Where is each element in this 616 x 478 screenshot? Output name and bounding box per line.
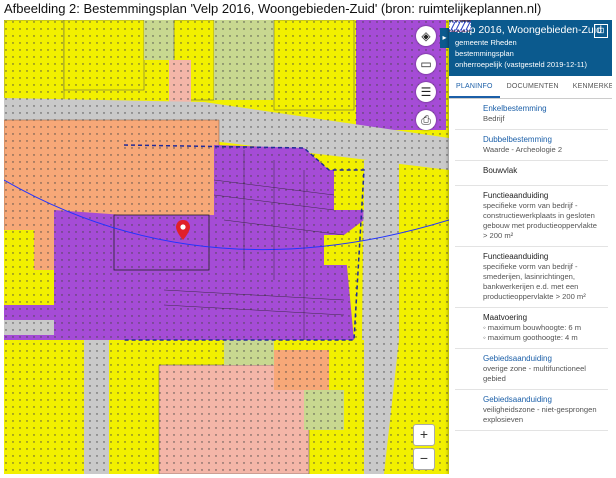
bouwvlak-icon — [449, 20, 477, 180]
measure-button[interactable]: ▭ — [416, 54, 436, 74]
list-icon: ☰ — [420, 85, 432, 99]
print-icon: ⎙ — [421, 112, 431, 127]
zoning-map[interactable]: ◈ ▭ ☰ ⎙ + − ▸ Velp 2016, Woongebieden-Zu… — [4, 20, 612, 474]
legend-text: Enkelbestemming Bedrijf — [483, 104, 547, 124]
expand-icon: ⊡ — [597, 26, 605, 35]
plan-info-panel: Velp 2016, Woongebieden-Zuid gemeente Rh… — [449, 20, 612, 474]
panel-tabs: PLANINFO DOCUMENTEN KENMERKEN — [449, 76, 612, 99]
legend-line: explosieven — [483, 415, 524, 424]
legend-text: Gebiedsaanduiding overige zone - multifun… — [483, 354, 586, 384]
ruler-icon: ▭ — [420, 57, 432, 71]
legend-title: Functieaanduiding — [483, 252, 549, 261]
print-button[interactable]: ⎙ — [416, 110, 436, 130]
legend-title[interactable]: Enkelbestemming — [483, 104, 547, 114]
legend-title: Maatvoering — [483, 313, 528, 322]
legend-item[interactable]: Enkelbestemming Bedrijf — [449, 20, 608, 130]
zoom-out-button[interactable]: − — [413, 448, 435, 470]
legend-line: overige zone - multifunctioneel — [483, 364, 586, 373]
archeologie-swatch-icon — [449, 20, 477, 149]
legend-line: > 200 m² — [483, 231, 514, 240]
legend-line: specifieke vorm van bedrijf - — [483, 201, 578, 210]
explosieven-swatch-icon — [449, 21, 477, 409]
legend-item[interactable]: Dubbelbestemming Waarde - Archeologie 2 — [449, 20, 608, 161]
legend-item[interactable]: Gebiedsaanduiding overige zone - multifun… — [449, 21, 608, 390]
panel-header: Velp 2016, Woongebieden-Zuid gemeente Rh… — [449, 20, 612, 76]
expand-panel-button[interactable]: ⊡ — [594, 24, 608, 38]
map-canvas — [4, 20, 449, 474]
legend-text: Gebiedsaanduiding veiligheidszone - niet-… — [483, 395, 597, 425]
legend-item: Functieaanduiding specifieke vorm van bed… — [449, 20, 608, 247]
tab-kenmerken[interactable]: KENMERKEN — [566, 76, 612, 98]
tab-planinfo[interactable]: PLANINFO — [449, 76, 500, 98]
legend-line: Waarde - Archeologie 2 — [483, 145, 563, 154]
legend-line: specifieke vorm van bedrijf - — [483, 262, 578, 271]
legend-item: Bouwvlak — [449, 20, 608, 186]
map-toolbar: ◈ ▭ ☰ ⎙ — [416, 26, 436, 138]
aanduiding-swatch-icon — [449, 20, 477, 205]
zoom-in-button[interactable]: + — [413, 424, 435, 446]
layers-icon: ◈ — [421, 29, 431, 43]
legend-text: Functieaanduiding specifieke vorm van bed… — [483, 252, 586, 302]
tab-documenten[interactable]: DOCUMENTEN — [500, 76, 566, 98]
legend-title[interactable]: Gebiedsaanduiding — [483, 354, 586, 364]
legend-line: productieoppervlakte > 200 m² — [483, 292, 586, 301]
legend-line: gebied — [483, 374, 506, 383]
legend-title: Functieaanduiding — [483, 191, 549, 200]
location-pin-icon[interactable] — [176, 220, 190, 240]
layers-button[interactable]: ◈ — [416, 26, 436, 46]
legend-item: Maatvoering ◦ maximum bouwhoogte: 6 m ◦ ma… — [449, 20, 608, 349]
legend-title[interactable]: Gebiedsaanduiding — [483, 395, 597, 405]
plan-type: bestemmingsplan — [455, 49, 514, 58]
figure-caption: Afbeelding 2: Bestemmingsplan 'Velp 2016… — [4, 1, 542, 16]
bedrijf-swatch-icon — [449, 20, 477, 118]
legend-line: constructiewerkplaats in gesloten — [483, 211, 595, 220]
legend-text: Maatvoering ◦ maximum bouwhoogte: 6 m ◦ ma… — [483, 313, 581, 343]
legend-title[interactable]: Dubbelbestemming — [483, 135, 562, 145]
plan-status: onherroepelijk (vastgesteld 2019-12-11) — [455, 60, 588, 69]
aanduiding-swatch-icon — [449, 20, 477, 327]
legend-line: bankwerkerijen e.d. met een — [483, 282, 579, 291]
legend-line: gebouw met productieoppervlakte — [483, 221, 597, 230]
legend-button[interactable]: ☰ — [416, 82, 436, 102]
legend-title: Bouwvlak — [483, 166, 518, 175]
legend-line: veiligheidszone - niet-gesprongen — [483, 405, 597, 414]
plan-title: Velp 2016, Woongebieden-Zuid — [455, 24, 602, 36]
legend-line: Bedrijf — [483, 114, 505, 123]
legend-line: ◦ maximum bouwhoogte: 6 m — [483, 323, 582, 332]
multifunctioneel-swatch-icon — [449, 21, 477, 368]
legend-list: Enkelbestemming Bedrijf Dubbelbestemming Wa… — [449, 20, 612, 431]
legend-line: smederijen, lasinrichtingen, — [483, 272, 576, 281]
legend-text: Functieaanduiding specifieke vorm van bed… — [483, 191, 597, 241]
legend-text: Bouwvlak — [483, 166, 517, 180]
aanduiding-swatch-icon — [449, 20, 477, 266]
plan-municipality: gemeente Rheden — [455, 38, 517, 47]
legend-item: Functieaanduiding specifieke vorm van bed… — [449, 20, 608, 308]
collapse-panel-button[interactable]: ▸ — [440, 28, 449, 48]
legend-text: Dubbelbestemming Waarde - Archeologie 2 — [483, 135, 562, 155]
legend-line: ◦ maximum goothoogte: 4 m — [483, 333, 578, 342]
legend-item[interactable]: Gebiedsaanduiding veiligheidszone - niet-… — [449, 21, 608, 431]
